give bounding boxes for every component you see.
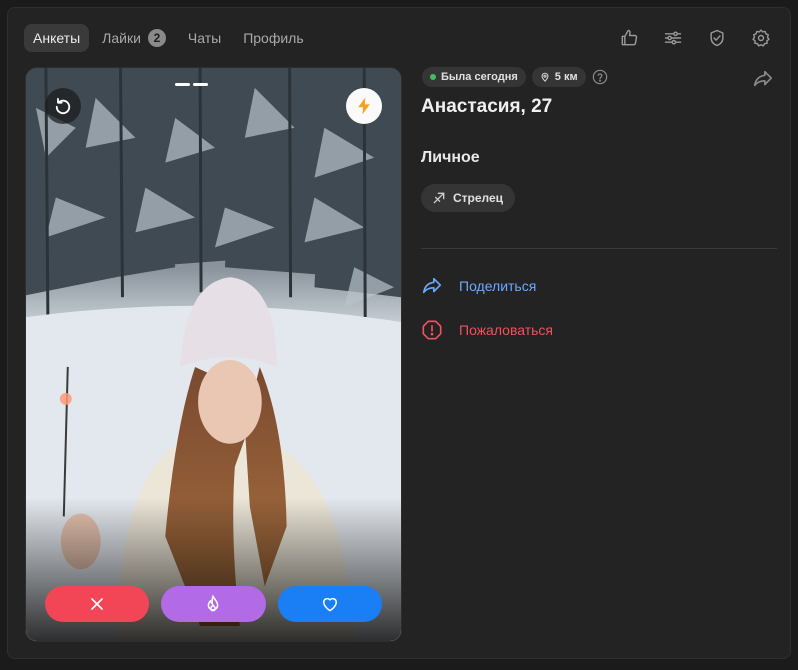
report-link[interactable]: Пожаловаться [421, 319, 553, 341]
zodiac-tag-label: Стрелец [453, 191, 504, 205]
close-icon [91, 598, 103, 610]
tab-label: Профиль [243, 30, 304, 46]
section-divider [421, 248, 777, 249]
profile-name-age: Анастасия, 27 [421, 96, 553, 117]
tab-label: Лайки [102, 30, 141, 46]
warning-octagon-icon [422, 320, 442, 340]
tab-likes[interactable]: Лайки 2 [93, 24, 175, 52]
filters-icon [664, 31, 682, 45]
likes-count-badge: 2 [147, 29, 166, 47]
shield-check-icon [710, 29, 724, 47]
flame-icon [208, 595, 219, 612]
status-chips: Была сегодня 5 км [422, 67, 608, 87]
undo-button[interactable] [45, 88, 81, 124]
thumbs-up-button[interactable] [610, 24, 648, 52]
tab-label: Анкеты [33, 30, 81, 46]
tab-ankety[interactable]: Анкеты [24, 24, 90, 52]
distance-label: 5 км [554, 71, 578, 83]
toolbar [610, 24, 780, 52]
share-profile-icon[interactable] [752, 68, 774, 90]
report-link-label: Пожаловаться [459, 322, 554, 338]
online-status-badge: Была сегодня [422, 67, 526, 87]
tab-chats[interactable]: Чаты [179, 24, 230, 52]
dislike-button[interactable] [45, 586, 150, 622]
share-icon [422, 277, 442, 294]
lightning-icon [358, 97, 370, 115]
progress-segment [175, 83, 190, 86]
photo-progress [175, 83, 208, 86]
tab-label: Чаты [187, 30, 222, 46]
sagittarius-icon [433, 192, 445, 204]
zodiac-tag: Стрелец [421, 184, 516, 212]
distance-badge: 5 км [531, 67, 586, 87]
share-link[interactable]: Поделиться [421, 275, 536, 297]
superlike-button[interactable] [161, 586, 266, 622]
share-link-label: Поделиться [459, 278, 537, 294]
undo-icon [55, 98, 71, 115]
filters-button[interactable] [654, 24, 692, 52]
progress-segment [193, 83, 208, 86]
swipe-actions [45, 586, 382, 622]
safety-button[interactable] [698, 24, 736, 52]
settings-button[interactable] [742, 24, 780, 52]
tab-profile[interactable]: Профиль [234, 24, 312, 52]
profile-photo[interactable] [25, 67, 402, 642]
help-icon[interactable] [592, 69, 608, 85]
online-dot-icon [430, 74, 436, 80]
gear-icon [752, 29, 770, 47]
personal-section-title: Личное [421, 149, 480, 166]
app-window: Анкеты Лайки 2 Чаты Профиль Была сегодня… [7, 7, 791, 659]
thumbs-up-icon [621, 29, 638, 46]
top-nav: Анкеты Лайки 2 Чаты Профиль [24, 24, 313, 52]
boost-button[interactable] [346, 88, 382, 124]
photo-image [26, 68, 401, 641]
online-status-label: Была сегодня [441, 71, 518, 83]
location-pin-icon [541, 72, 549, 82]
like-button[interactable] [277, 586, 382, 622]
heart-icon [322, 597, 337, 612]
